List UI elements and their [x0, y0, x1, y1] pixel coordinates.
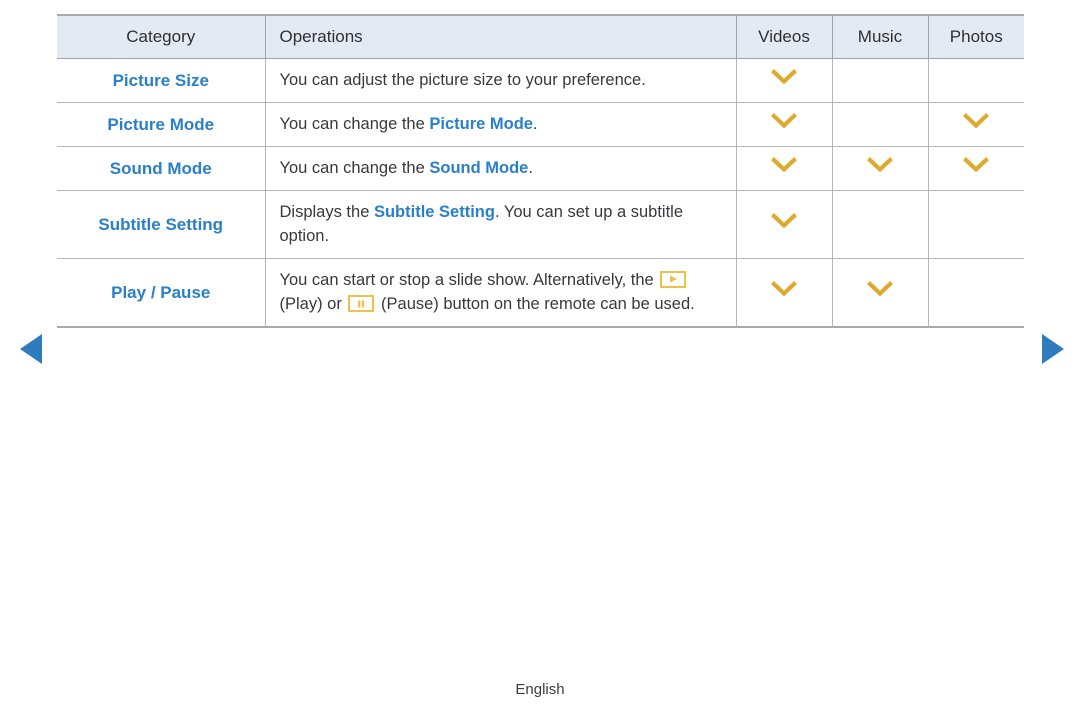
table-header: Category Operations Videos Music Photos [57, 15, 1024, 59]
chevron-down-icon [771, 213, 797, 229]
chevron-down-icon [771, 113, 797, 129]
cell-category: Sound Mode [57, 146, 266, 191]
pause-key-icon [348, 295, 375, 313]
chevron-down-icon [771, 281, 797, 297]
play-key-icon [660, 270, 687, 288]
cell-category: Picture Mode [57, 102, 266, 147]
chevron-down-icon [771, 68, 797, 85]
cell-category: Picture Size [57, 58, 266, 103]
next-page-arrow[interactable] [1040, 332, 1066, 366]
cell-support-videos [736, 58, 833, 103]
cell-support-photos [928, 190, 1024, 259]
highlighted-term: Sound Mode [429, 159, 529, 178]
cell-operations: You can change the Sound Mode. [265, 146, 737, 191]
table-row[interactable]: Subtitle Setting Displays the Subtitle Se… [57, 190, 1024, 259]
cell-support-photos [928, 102, 1024, 147]
cell-support-music [832, 190, 929, 259]
table-body: Picture Size You can adjust the picture s… [57, 58, 1024, 327]
cell-category: Play / Pause [57, 258, 266, 327]
cell-operations: Displays the Subtitle Setting. You can s… [265, 190, 737, 259]
column-header-operations: Operations [265, 15, 737, 59]
cell-support-music [832, 102, 929, 147]
feature-matrix: Category Operations Videos Music Photos … [57, 14, 1024, 328]
feature-matrix-table: Category Operations Videos Music Photos … [57, 14, 1024, 328]
highlighted-term: Picture Mode [429, 115, 533, 134]
cell-support-photos [928, 58, 1024, 103]
table-row[interactable]: Picture Mode You can change the Picture M… [57, 102, 1024, 147]
cell-support-videos [736, 190, 833, 259]
table-row[interactable]: Sound Mode You can change the Sound Mode. [57, 146, 1024, 191]
column-header-category: Category [57, 15, 266, 59]
cell-support-music [832, 258, 929, 327]
chevron-down-icon [771, 157, 797, 173]
footer-language-label: English [515, 681, 565, 698]
emanual-page: Category Operations Videos Music Photos … [0, 0, 1080, 705]
chevron-down-icon [867, 281, 893, 297]
previous-page-arrow[interactable] [18, 332, 44, 366]
table-row[interactable]: Picture Size You can adjust the picture s… [57, 58, 1024, 103]
cell-support-music [832, 146, 929, 191]
cell-support-videos [736, 258, 833, 327]
triangle-right-icon [1040, 332, 1066, 366]
column-header-videos: Videos [736, 15, 833, 59]
cell-operations: You can start or stop a slide show. Alte… [265, 258, 737, 327]
table-header-row: Category Operations Videos Music Photos [57, 15, 1024, 59]
chevron-down-icon [963, 157, 990, 173]
cell-category: Subtitle Setting [57, 190, 266, 259]
column-header-photos: Photos [928, 15, 1024, 59]
cell-operations: You can adjust the picture size to your … [265, 58, 737, 103]
column-header-music: Music [832, 15, 929, 59]
chevron-down-icon [963, 113, 990, 129]
cell-support-photos [928, 258, 1024, 326]
chevron-down-icon [867, 157, 893, 173]
cell-support-photos [928, 146, 1024, 191]
highlighted-term: Subtitle Setting [373, 202, 495, 221]
table-row[interactable]: Play / Pause You can start or stop a slid… [57, 258, 1024, 327]
cell-support-videos [736, 102, 833, 147]
cell-operations: You can change the Picture Mode. [265, 102, 737, 147]
triangle-left-icon [18, 332, 44, 366]
cell-support-music [832, 58, 929, 103]
cell-support-videos [736, 146, 833, 191]
